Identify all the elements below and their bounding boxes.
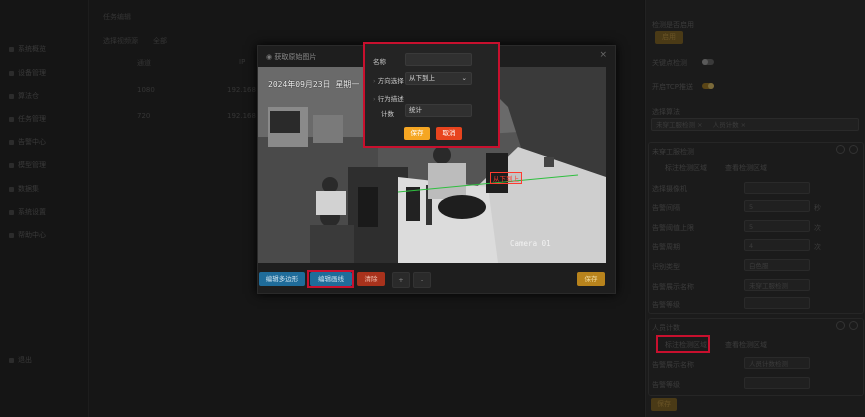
popup-save-button[interactable]: 保存 bbox=[404, 127, 430, 140]
modal-save-button[interactable]: 保存 bbox=[577, 272, 605, 286]
filter-value[interactable]: 全部 bbox=[153, 36, 167, 46]
page-title: 任务编辑 bbox=[103, 13, 131, 21]
popup-cancel-button[interactable]: 取消 bbox=[436, 127, 462, 140]
chevron-down-icon: ⌄ bbox=[461, 74, 467, 82]
name-label: 名称 bbox=[373, 58, 386, 66]
field-label: 告警阈值上限 bbox=[652, 224, 694, 232]
behavior-label: › 行为描述 bbox=[373, 95, 404, 103]
filter-label: 选择视频源 bbox=[103, 37, 138, 45]
highlight-box bbox=[656, 335, 710, 353]
direction-select[interactable]: 从下到上 ⌄ bbox=[405, 72, 472, 85]
tab-annotate-region[interactable]: 标注检测区域 bbox=[658, 163, 714, 173]
rule-enable-button[interactable]: 启用 bbox=[655, 31, 683, 44]
app-sidebar: 系统概览 设备管理 算法仓 任务管理 告警中心 模型管理 数据集 系统设置 帮助… bbox=[0, 0, 89, 417]
name-input[interactable] bbox=[405, 53, 472, 66]
sidebar-item-help[interactable]: 帮助中心 bbox=[9, 230, 46, 240]
line-direction-label: 从下到上 bbox=[490, 172, 522, 184]
zoom-in-button[interactable]: + bbox=[392, 272, 410, 288]
sidebar-item-logout[interactable]: 退出 bbox=[9, 355, 32, 365]
sidebar-item-algorithms[interactable]: 算法仓 bbox=[9, 91, 39, 101]
edit-polygon-button[interactable]: 编辑多边形 bbox=[259, 272, 305, 286]
camera-watermark: Camera 01 bbox=[510, 239, 551, 248]
table-cell: 192.168 bbox=[227, 86, 256, 94]
alert-level-input[interactable] bbox=[744, 377, 810, 389]
field-label: 告警周期 bbox=[652, 243, 680, 251]
rule-enable-label: 检测是否启用 bbox=[652, 21, 694, 29]
tab-view-region[interactable]: 查看检测区域 bbox=[718, 163, 774, 173]
section-title: 未穿工服检测 bbox=[652, 148, 694, 156]
alert-limit-input[interactable]: 5 bbox=[744, 220, 810, 232]
eye-icon: ◉ bbox=[266, 53, 273, 61]
sidebar-item-tasks[interactable]: 任务管理 bbox=[9, 114, 46, 124]
count-label: 计数 bbox=[381, 110, 394, 118]
table-cell: 1080 bbox=[137, 86, 155, 94]
field-label: 告警等级 bbox=[652, 381, 680, 389]
field-label: 告警展示名称 bbox=[652, 283, 694, 291]
count-input[interactable]: 统计 bbox=[405, 104, 472, 117]
column-header-ip: IP bbox=[239, 58, 246, 66]
help-icon[interactable] bbox=[836, 145, 845, 154]
close-icon[interactable]: × bbox=[599, 50, 607, 60]
algo-select-label: 选择算法 bbox=[652, 108, 680, 116]
alert-interval-input[interactable]: 5 bbox=[744, 200, 810, 212]
direction-label: › 方向选择 bbox=[373, 77, 404, 85]
tcp-toggle[interactable] bbox=[702, 83, 714, 89]
modal-title: ◉ 获取原始图片 bbox=[266, 53, 317, 61]
unit-label: 次 bbox=[814, 224, 821, 232]
unit-label: 次 bbox=[814, 243, 821, 251]
zoom-out-button[interactable]: - bbox=[413, 272, 431, 288]
field-label: 告警间隔 bbox=[652, 204, 680, 212]
panel-save-button[interactable]: 保存 bbox=[651, 398, 677, 411]
alert-level-input[interactable] bbox=[744, 297, 810, 309]
tab-view-region[interactable]: 查看检测区域 bbox=[718, 340, 774, 350]
column-header-channel: 通道 bbox=[137, 59, 151, 67]
clear-button[interactable]: 清除 bbox=[357, 272, 385, 286]
tcp-toggle-label: 开启TCP推送 bbox=[652, 83, 693, 91]
settings-icon[interactable] bbox=[849, 321, 858, 330]
algo-multi-select[interactable]: 未穿工服检测 × 人员计数 × bbox=[651, 118, 859, 131]
sidebar-item-overview[interactable]: 系统概览 bbox=[9, 44, 46, 54]
rule-config-panel: 检测是否启用 启用 关键点检测 开启TCP推送 选择算法 未穿工服检测 × 人员… bbox=[645, 0, 865, 417]
unit-label: 秒 bbox=[814, 204, 821, 212]
table-cell: 192.168 bbox=[227, 112, 256, 120]
algo-tag[interactable]: 未穿工服检测 × bbox=[656, 121, 703, 129]
sidebar-item-settings[interactable]: 系统设置 bbox=[9, 207, 46, 217]
recognition-type-select[interactable]: 白色服 bbox=[744, 259, 810, 271]
field-label: 告警等级 bbox=[652, 301, 680, 309]
camera-select[interactable] bbox=[744, 182, 810, 194]
camera-timestamp: 2024年09月23日 星期一 bbox=[268, 80, 360, 89]
section-title: 人员计数 bbox=[652, 324, 680, 332]
help-icon[interactable] bbox=[836, 321, 845, 330]
table-cell: 720 bbox=[137, 112, 151, 120]
sidebar-item-models[interactable]: 模型管理 bbox=[9, 160, 46, 170]
keypoint-toggle[interactable] bbox=[702, 59, 714, 65]
field-label: 选择摄像机 bbox=[652, 185, 687, 193]
display-name-input[interactable]: 未穿工服检测 bbox=[744, 279, 810, 291]
sidebar-item-alerts[interactable]: 告警中心 bbox=[9, 137, 46, 147]
settings-icon[interactable] bbox=[849, 145, 858, 154]
field-label: 识别类型 bbox=[652, 263, 680, 271]
keypoint-toggle-label: 关键点检测 bbox=[652, 59, 687, 67]
algo-tag[interactable]: 人员计数 × bbox=[713, 121, 747, 129]
field-label: 告警展示名称 bbox=[652, 361, 694, 369]
highlight-box bbox=[307, 270, 354, 288]
alert-period-input[interactable]: 4 bbox=[744, 239, 810, 251]
sidebar-item-datasets[interactable]: 数据集 bbox=[9, 184, 39, 194]
sidebar-item-devices[interactable]: 设备管理 bbox=[9, 68, 46, 78]
display-name-input[interactable]: 人员计数检测 bbox=[744, 357, 810, 369]
line-config-popup: 名称 › 方向选择 从下到上 ⌄ › 行为描述 计数 统计 保存 取消 bbox=[363, 42, 500, 148]
